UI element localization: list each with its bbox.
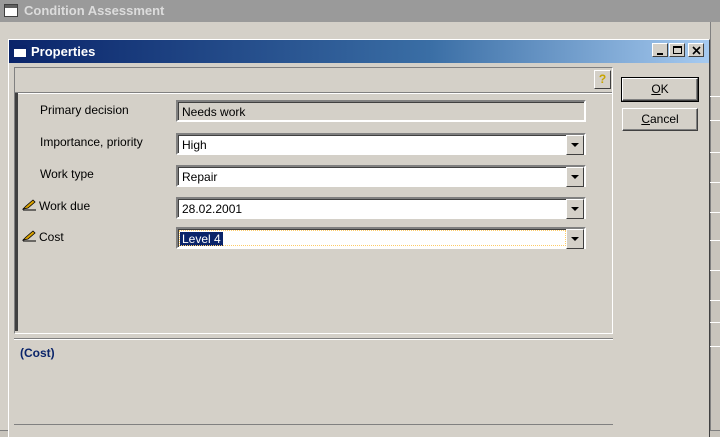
- dialog-titlebar[interactable]: Properties: [9, 40, 709, 63]
- ok-button[interactable]: OK: [621, 77, 699, 102]
- maximize-button[interactable]: [669, 43, 685, 57]
- dropdown-arrow-icon[interactable]: [566, 229, 584, 249]
- cost-label: Cost: [39, 230, 64, 244]
- cancel-button[interactable]: Cancel: [622, 108, 698, 131]
- window-icon: [13, 45, 27, 58]
- work-type-value: Repair: [182, 170, 218, 184]
- dropdown-arrow-icon[interactable]: [566, 167, 584, 187]
- strip-divider: [710, 270, 720, 271]
- strip-divider: [710, 240, 720, 241]
- primary-decision-field: Needs work: [176, 100, 586, 122]
- description-separator: [14, 339, 613, 340]
- minimize-button[interactable]: [652, 43, 668, 57]
- work-type-select[interactable]: Repair: [176, 165, 586, 187]
- strip-divider: [710, 182, 720, 183]
- strip-divider: [710, 96, 720, 97]
- strip-divider: [710, 300, 720, 301]
- primary-decision-label: Primary decision: [40, 103, 129, 117]
- background-window-title: Condition Assessment: [24, 3, 165, 18]
- background-window-titlebar[interactable]: Condition Assessment: [0, 0, 720, 22]
- minimize-icon: [657, 53, 663, 55]
- close-button[interactable]: [688, 43, 704, 57]
- cost-label-group: Cost: [22, 229, 64, 245]
- dropdown-arrow-icon[interactable]: [566, 135, 584, 155]
- work-due-select[interactable]: 28.02.2001: [176, 197, 586, 219]
- work-due-value: 28.02.2001: [182, 202, 243, 216]
- description-bottom-line: [14, 424, 613, 425]
- importance-priority-select[interactable]: High: [176, 133, 586, 155]
- work-type-label: Work type: [40, 167, 94, 181]
- strip-divider: [710, 152, 720, 153]
- maximize-icon: [673, 46, 682, 54]
- pen-icon: [22, 230, 36, 242]
- primary-decision-value: Needs work: [182, 105, 246, 119]
- panel-left-bar: [15, 93, 18, 331]
- strip-divider: [710, 120, 720, 121]
- focus-rectangle: [179, 230, 566, 246]
- cost-select[interactable]: Level 4: [176, 227, 586, 249]
- cancel-label: Cancel: [641, 112, 679, 126]
- importance-priority-label: Importance, priority: [40, 135, 143, 149]
- dropdown-arrow-icon[interactable]: [566, 199, 584, 219]
- background-right-strip: [710, 22, 720, 437]
- pen-icon: [22, 199, 36, 211]
- work-due-label-group: Work due: [22, 198, 90, 214]
- help-icon[interactable]: ?: [594, 70, 611, 89]
- strip-divider: [710, 322, 720, 323]
- strip-divider: [710, 346, 720, 347]
- panel-separator: [15, 93, 612, 94]
- strip-divider: [710, 212, 720, 213]
- window-icon: [4, 4, 18, 17]
- work-due-label: Work due: [39, 199, 91, 213]
- close-icon: [692, 46, 701, 55]
- ok-label: OK: [651, 82, 669, 96]
- dialog-title: Properties: [31, 44, 96, 59]
- description-text: (Cost): [20, 346, 55, 360]
- importance-priority-value: High: [182, 138, 207, 152]
